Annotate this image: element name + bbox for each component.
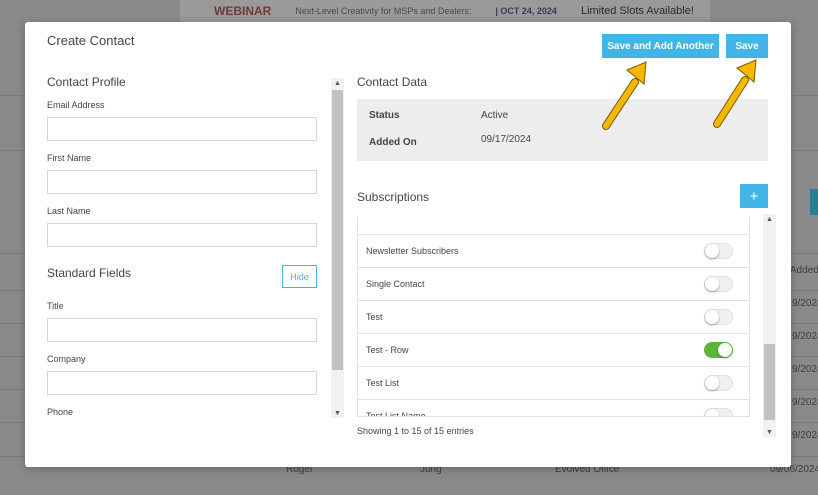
- webinar-banner: WEBINAR Next-Level Creativity for MSPs a…: [180, 0, 710, 22]
- added-on-label: Added On: [369, 137, 417, 148]
- first-name-field[interactable]: [47, 170, 317, 194]
- subscription-row: [358, 217, 749, 234]
- contact-profile-heading: Contact Profile: [47, 75, 126, 89]
- subscription-toggle[interactable]: [704, 408, 733, 416]
- toggle-knob: [718, 343, 732, 357]
- company-field[interactable]: [47, 371, 317, 395]
- scrollbar-thumb[interactable]: [332, 90, 343, 370]
- last-name-field[interactable]: [47, 223, 317, 247]
- save-and-add-another-button[interactable]: Save and Add Another: [602, 34, 719, 58]
- subscription-row: Test - Row: [358, 333, 749, 366]
- subscription-name: Test List Name: [366, 411, 426, 417]
- subscription-name: Test - Row: [366, 345, 409, 355]
- create-contact-modal: Create Contact Save and Add Another Save…: [25, 22, 791, 467]
- banner-tagline: Next-Level Creativity for MSPs and Deale…: [295, 6, 472, 16]
- bg-column-header: Added: [790, 265, 818, 276]
- phone-label: Phone: [47, 407, 74, 417]
- subscription-row: Test List: [358, 366, 749, 399]
- bg-row-date: 9/2024: [792, 364, 818, 375]
- banner-slots: Limited Slots Available!: [580, 5, 694, 17]
- subscription-toggle[interactable]: [704, 276, 733, 292]
- banner-date: | OCT 24, 2024: [495, 6, 557, 16]
- scroll-up-icon[interactable]: ▲: [763, 214, 776, 224]
- subscription-scrollbar[interactable]: ▲ ▼: [763, 214, 776, 437]
- modal-title: Create Contact: [47, 33, 135, 48]
- bg-row-date: 9/2024: [792, 397, 818, 408]
- subscription-row: Test List Name: [358, 399, 749, 417]
- bg-side-button: [810, 189, 818, 215]
- bg-row-date: 9/2024: [792, 430, 818, 441]
- subscription-row: Newsletter Subscribers: [358, 234, 749, 267]
- banner-webinar-label: WEBINAR: [214, 4, 272, 18]
- subscription-name: Single Contact: [366, 279, 425, 289]
- toggle-knob: [705, 310, 719, 324]
- contact-data-heading: Contact Data: [357, 75, 428, 89]
- add-subscription-button[interactable]: +: [740, 184, 768, 208]
- subscriptions-heading: Subscriptions: [357, 190, 430, 204]
- subscription-list: Newsletter Subscribers Single Contact Test…: [357, 217, 750, 417]
- toggle-knob: [705, 409, 719, 416]
- status-label: Status: [369, 110, 400, 121]
- added-on-value: 09/17/2024: [481, 134, 532, 145]
- subscription-toggle[interactable]: [704, 243, 733, 259]
- bg-row-date: 9/2024: [792, 331, 818, 342]
- subscription-name: Newsletter Subscribers: [366, 246, 459, 256]
- toggle-knob: [705, 376, 719, 390]
- email-label: Email Address: [47, 100, 105, 110]
- title-label: Title: [47, 301, 64, 311]
- subscription-name: Test: [366, 312, 383, 322]
- company-label: Company: [47, 354, 86, 364]
- scroll-up-icon[interactable]: ▲: [331, 78, 344, 88]
- toggle-knob: [705, 244, 719, 258]
- title-field[interactable]: [47, 318, 317, 342]
- contact-data-box: Status Active Added On 09/17/2024: [357, 99, 768, 161]
- standard-fields-heading: Standard Fields: [47, 266, 132, 280]
- save-button[interactable]: Save: [726, 34, 768, 58]
- status-value: Active: [481, 110, 509, 121]
- subscription-row: Test: [358, 300, 749, 333]
- first-name-label: First Name: [47, 153, 92, 163]
- scroll-down-icon[interactable]: ▼: [331, 408, 344, 418]
- scroll-down-icon[interactable]: ▼: [763, 427, 776, 437]
- hide-standard-fields-button[interactable]: Hide: [282, 265, 317, 288]
- email-field[interactable]: [47, 117, 317, 141]
- scrollbar-thumb[interactable]: [764, 344, 775, 420]
- profile-scrollbar[interactable]: ▲ ▼: [331, 78, 344, 418]
- entries-info: Showing 1 to 15 of 15 entries: [357, 426, 474, 436]
- bg-row-date: 9/2024: [792, 298, 818, 309]
- subscription-toggle[interactable]: [704, 375, 733, 391]
- subscription-row: Single Contact: [358, 267, 749, 300]
- subscription-name: Test List: [366, 378, 400, 388]
- subscription-toggle[interactable]: [704, 342, 733, 358]
- last-name-label: Last Name: [47, 206, 91, 216]
- subscription-toggle[interactable]: [704, 309, 733, 325]
- toggle-knob: [705, 277, 719, 291]
